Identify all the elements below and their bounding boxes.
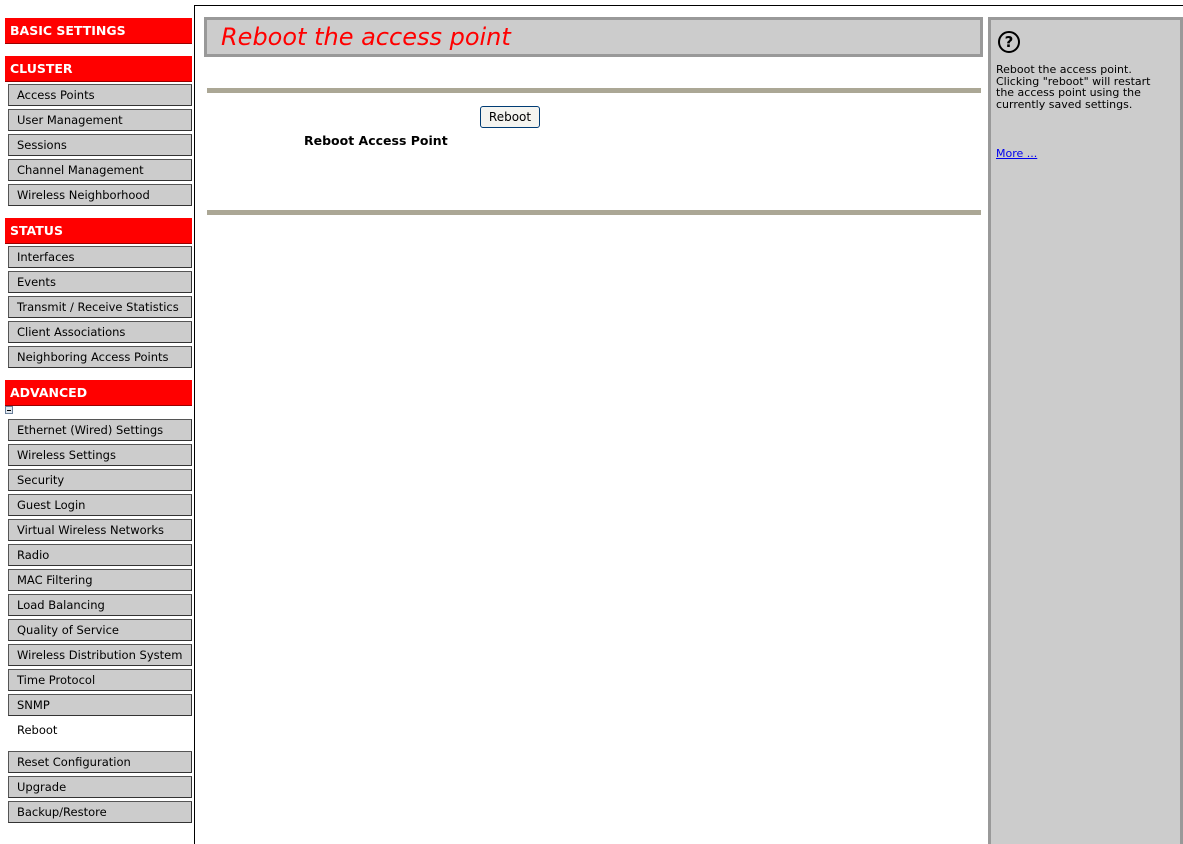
nav-item-transmit-receive-statistics[interactable]: Transmit / Receive Statistics: [8, 296, 192, 318]
nav-item-security[interactable]: Security: [8, 469, 192, 491]
page-title: Reboot the access point: [221, 23, 511, 51]
nav-item-quality-of-service[interactable]: Quality of Service: [8, 619, 192, 641]
nav-item-virtual-wireless-networks[interactable]: Virtual Wireless Networks: [8, 519, 192, 541]
nav-item-backup-restore[interactable]: Backup/Restore: [8, 801, 192, 823]
more-link[interactable]: More ...: [996, 147, 1037, 160]
nav-item-neighboring-access-points[interactable]: Neighboring Access Points: [8, 346, 192, 368]
nav-item-events[interactable]: Events: [8, 271, 192, 293]
nav-item-load-balancing[interactable]: Load Balancing: [8, 594, 192, 616]
question-mark-icon: ?: [998, 31, 1020, 53]
nav-item-wireless-neighborhood[interactable]: Wireless Neighborhood: [8, 184, 192, 206]
help-panel: ? Reboot the access point. Clicking "reb…: [988, 17, 1183, 844]
nav-item-time-protocol[interactable]: Time Protocol: [8, 669, 192, 691]
nav-item-wireless-settings[interactable]: Wireless Settings: [8, 444, 192, 466]
help-text: Reboot the access point. Clicking "reboo…: [996, 63, 1151, 111]
nav-item-snmp[interactable]: SNMP: [8, 694, 192, 716]
cluster-header[interactable]: CLUSTER: [5, 56, 192, 82]
nav-item-channel-management[interactable]: Channel Management: [8, 159, 192, 181]
nav-item-interfaces[interactable]: Interfaces: [8, 246, 192, 268]
separator-top: [207, 88, 981, 93]
advanced-header[interactable]: ADVANCED: [5, 380, 192, 406]
title-bar: Reboot the access point: [204, 17, 983, 57]
nav-item-user-management[interactable]: User Management: [8, 109, 192, 131]
basic-settings-header[interactable]: BASIC SETTINGS: [5, 18, 192, 44]
nav-item-reset-configuration[interactable]: Reset Configuration: [8, 751, 192, 773]
sidebar-nav: BASIC SETTINGS CLUSTER Access Points Use…: [0, 0, 196, 844]
collapse-icon[interactable]: [5, 406, 13, 414]
nav-item-wireless-distribution-system[interactable]: Wireless Distribution System: [8, 644, 192, 666]
nav-item-mac-filtering[interactable]: MAC Filtering: [8, 569, 192, 591]
status-header[interactable]: STATUS: [5, 218, 192, 244]
nav-item-access-points[interactable]: Access Points: [8, 84, 192, 106]
reboot-access-point-label: Reboot Access Point: [304, 133, 448, 148]
nav-item-radio[interactable]: Radio: [8, 544, 192, 566]
nav-divider: [194, 5, 195, 844]
top-border-line: [194, 5, 1183, 6]
nav-item-guest-login[interactable]: Guest Login: [8, 494, 192, 516]
nav-item-upgrade[interactable]: Upgrade: [8, 776, 192, 798]
nav-item-ethernet-settings[interactable]: Ethernet (Wired) Settings: [8, 419, 192, 441]
reboot-button[interactable]: Reboot: [480, 106, 540, 128]
nav-item-reboot[interactable]: Reboot: [8, 719, 196, 741]
separator-bottom: [207, 210, 981, 215]
nav-item-client-associations[interactable]: Client Associations: [8, 321, 192, 343]
nav-item-sessions[interactable]: Sessions: [8, 134, 192, 156]
